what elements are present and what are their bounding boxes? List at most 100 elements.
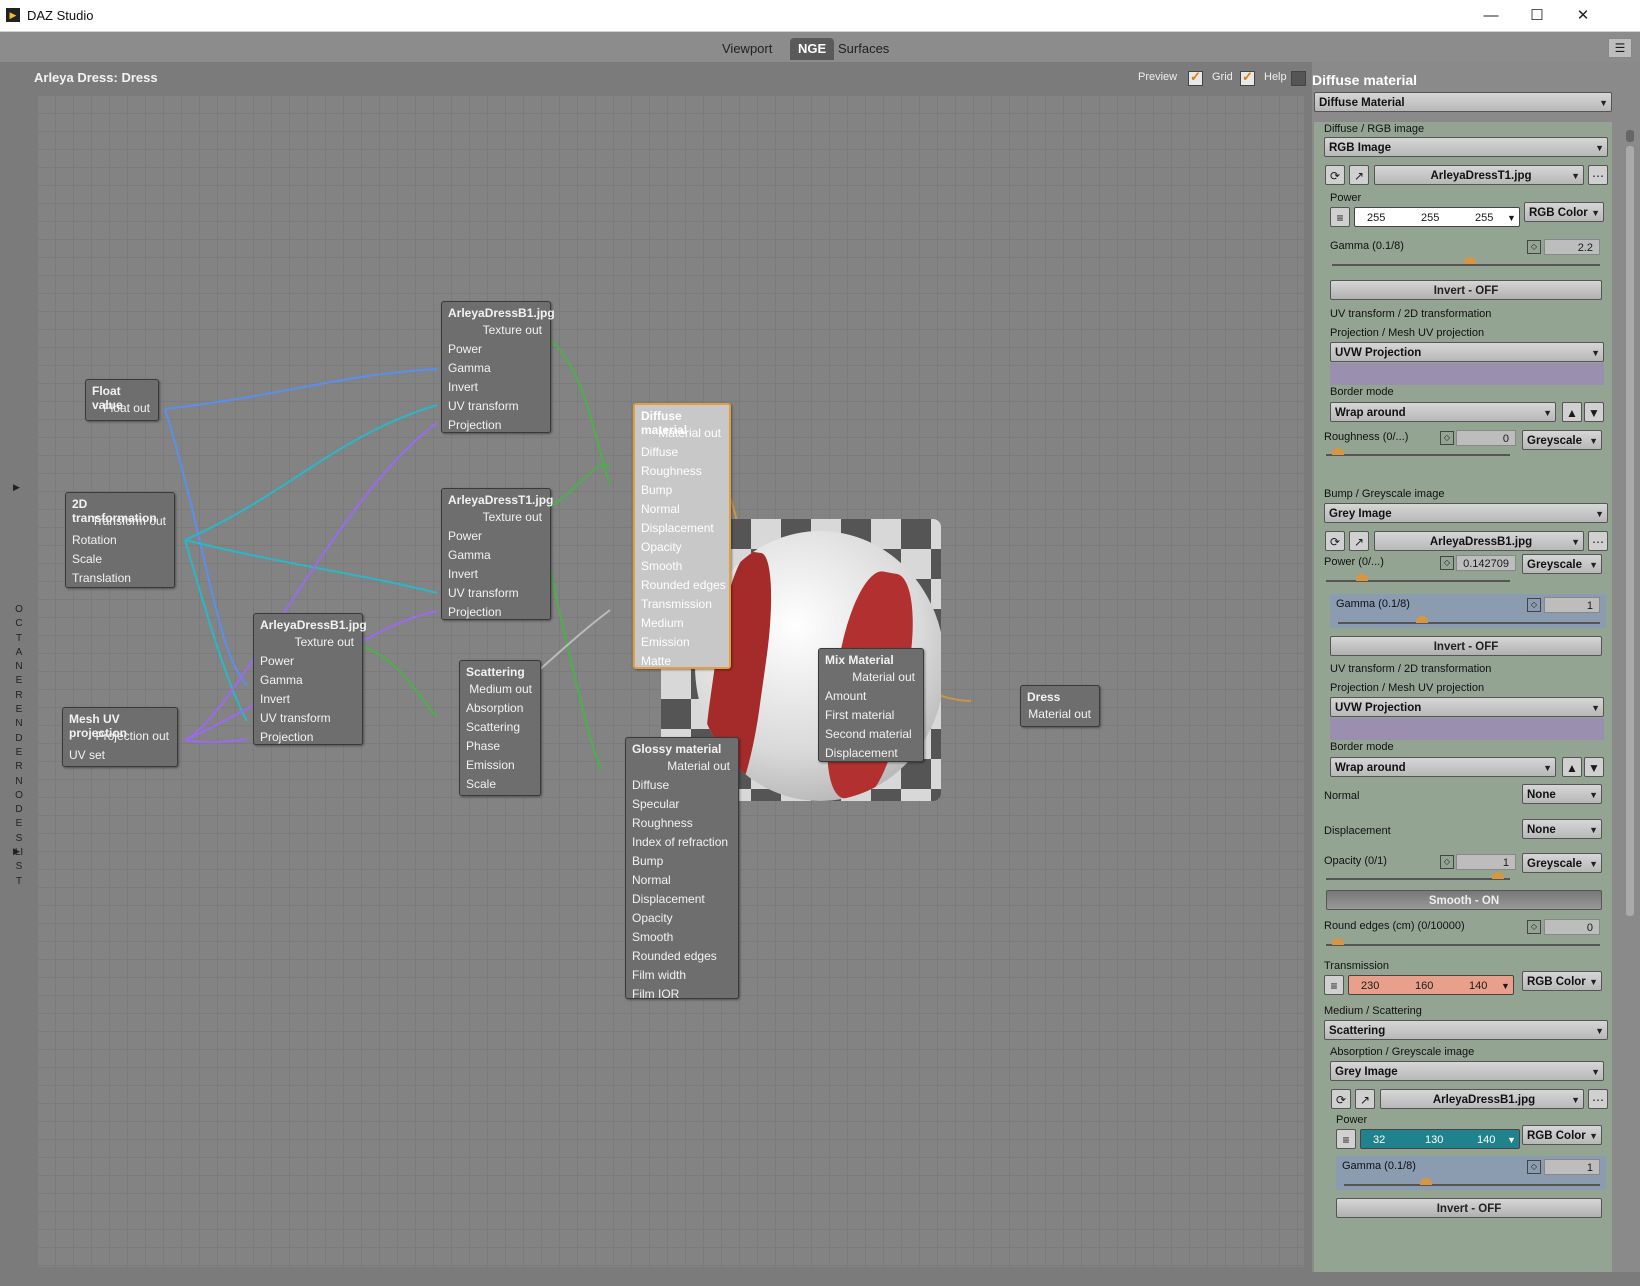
panel-menu-icon[interactable]: ☰: [1608, 38, 1632, 58]
bump-projection-select[interactable]: UVW Projection ▼: [1330, 697, 1604, 717]
roughness-value[interactable]: 0: [1456, 430, 1516, 446]
slider-knob[interactable]: [1332, 448, 1344, 455]
slider-knob[interactable]: [1416, 616, 1428, 623]
node-scattering[interactable]: Scattering Medium out Absorption Scatter…: [459, 660, 541, 796]
node-input: Matte: [641, 654, 672, 668]
close-button[interactable]: ✕: [1560, 0, 1606, 31]
arrow-up-icon[interactable]: ▲: [1562, 402, 1582, 422]
list-icon[interactable]: ≡: [1336, 1129, 1356, 1149]
bump-power-slider[interactable]: [1326, 580, 1510, 582]
node-mesh-uv-projection[interactable]: Mesh UV projection Projection out UV set: [62, 707, 178, 767]
arrow-up-icon[interactable]: ▲: [1562, 757, 1582, 777]
minimize-button[interactable]: —: [1468, 0, 1514, 31]
keyframe-icon[interactable]: ◇: [1440, 556, 1454, 570]
bump-power-mode-select[interactable]: Greyscale ▼: [1522, 554, 1602, 574]
refresh-icon[interactable]: ⟳: [1325, 165, 1345, 185]
diffuse-power-color[interactable]: 255 255 255 ▼: [1354, 207, 1520, 227]
expand-arrow-icon[interactable]: ▶: [13, 482, 20, 493]
node-texture-b1-bottom[interactable]: ArleyaDressB1.jpg Texture out Power Gamm…: [253, 613, 367, 745]
panel-scrollbar[interactable]: [1626, 146, 1634, 916]
node-texture-b1-top[interactable]: ArleyaDressB1.jpg Texture out Power Gamm…: [441, 301, 555, 433]
absorption-invert-toggle[interactable]: Invert - OFF: [1336, 1198, 1602, 1218]
projection-select[interactable]: UVW Projection ▼: [1330, 342, 1604, 362]
node-mix-material[interactable]: Mix Material Material out Amount First m…: [818, 648, 924, 762]
keyframe-icon[interactable]: ◇: [1527, 920, 1541, 934]
more-icon[interactable]: ⋯: [1588, 165, 1608, 185]
smooth-toggle[interactable]: Smooth - ON: [1326, 890, 1602, 910]
slider-knob[interactable]: [1492, 872, 1504, 879]
node-texture-t1[interactable]: ArleyaDressT1.jpg Texture out Power Gamm…: [441, 488, 553, 620]
node-2d-transformation[interactable]: 2D transformation Transform out Rotation…: [65, 492, 175, 588]
tab-viewport[interactable]: Viewport: [714, 38, 780, 60]
material-type-select[interactable]: Diffuse Material ▼: [1314, 92, 1612, 112]
diffuse-type-select[interactable]: RGB Image ▼: [1324, 137, 1608, 157]
expand-arrow-icon[interactable]: ▶: [13, 846, 20, 857]
slider-knob[interactable]: [1332, 938, 1344, 945]
slider-knob[interactable]: [1420, 1178, 1432, 1185]
keyframe-icon[interactable]: ◇: [1440, 855, 1454, 869]
transmission-color[interactable]: 230 160 140 ▼: [1348, 975, 1514, 995]
tab-surfaces[interactable]: Surfaces: [830, 38, 897, 60]
arrow-down-icon[interactable]: ▼: [1584, 402, 1604, 422]
edit-icon[interactable]: ↗: [1355, 1089, 1375, 1109]
transmission-mode-select[interactable]: RGB Color ▼: [1522, 971, 1602, 991]
bump-power-label: Power (0/...): [1324, 556, 1384, 568]
medium-select[interactable]: Scattering ▼: [1324, 1020, 1608, 1040]
absorption-file-select[interactable]: ArleyaDressB1.jpg ▼: [1380, 1089, 1584, 1109]
more-icon[interactable]: ⋯: [1588, 1089, 1608, 1109]
roughness-slider[interactable]: [1326, 454, 1510, 456]
gamma-slider[interactable]: [1332, 264, 1600, 266]
absorption-gamma-slider[interactable]: [1344, 1184, 1600, 1186]
power-mode-select[interactable]: RGB Color ▼: [1524, 202, 1604, 222]
border-mode-select[interactable]: Wrap around ▼: [1330, 402, 1556, 422]
opacity-mode-select[interactable]: Greyscale ▼: [1522, 853, 1602, 873]
opacity-slider[interactable]: [1326, 878, 1510, 880]
round-edges-value[interactable]: 0: [1544, 919, 1600, 935]
node-glossy-material[interactable]: Glossy material Material out Diffuse Spe…: [625, 737, 739, 1001]
bump-file-select[interactable]: ArleyaDressB1.jpg ▼: [1374, 531, 1584, 551]
edit-icon[interactable]: ↗: [1349, 531, 1369, 551]
node-float-value[interactable]: Float value Float out: [85, 379, 159, 421]
keyframe-icon[interactable]: ◇: [1527, 598, 1541, 612]
more-icon[interactable]: ⋯: [1588, 531, 1608, 551]
list-icon[interactable]: ≡: [1324, 975, 1344, 995]
grid-checkbox[interactable]: [1240, 69, 1255, 86]
absorption-power-color[interactable]: 32 130 140 ▼: [1360, 1129, 1520, 1149]
tab-nge[interactable]: NGE: [790, 38, 835, 60]
diffuse-file-select[interactable]: ArleyaDressT1.jpg ▼: [1374, 165, 1584, 185]
bump-gamma-slider[interactable]: [1338, 622, 1600, 624]
gamma-value[interactable]: 2.2: [1544, 239, 1600, 255]
keyframe-icon[interactable]: ◇: [1440, 431, 1454, 445]
refresh-icon[interactable]: ⟳: [1331, 1089, 1351, 1109]
roughness-mode-select[interactable]: Greyscale ▼: [1522, 430, 1602, 450]
maximize-button[interactable]: ☐: [1514, 0, 1560, 31]
invert-toggle[interactable]: Invert - OFF: [1330, 280, 1602, 300]
list-icon[interactable]: ≡: [1330, 207, 1350, 227]
arrow-down-icon[interactable]: ▼: [1584, 757, 1604, 777]
edit-icon[interactable]: ↗: [1349, 165, 1369, 185]
bump-type-select[interactable]: Grey Image ▼: [1324, 503, 1608, 523]
round-edges-slider[interactable]: [1326, 944, 1600, 946]
bump-border-select[interactable]: Wrap around ▼: [1330, 757, 1556, 777]
bump-invert-toggle[interactable]: Invert - OFF: [1330, 636, 1602, 656]
normal-select[interactable]: None ▼: [1522, 784, 1602, 804]
keyframe-icon[interactable]: ◇: [1527, 240, 1541, 254]
help-checkbox[interactable]: [1291, 71, 1306, 86]
absorption-gamma-value[interactable]: 1: [1544, 1159, 1600, 1175]
absorption-type-select[interactable]: Grey Image ▼: [1330, 1061, 1604, 1081]
node-dress-output[interactable]: Dress Material out: [1020, 685, 1100, 727]
bump-power-value[interactable]: 0.142709: [1456, 555, 1516, 571]
keyframe-icon[interactable]: ◇: [1527, 1160, 1541, 1174]
node-graph-canvas[interactable]: Float value Float out 2D transformation …: [37, 95, 1304, 1267]
absorption-power-mode-select[interactable]: RGB Color ▼: [1522, 1125, 1602, 1145]
preview-checkbox[interactable]: [1188, 69, 1203, 86]
bump-gamma-value[interactable]: 1: [1544, 597, 1600, 613]
slider-knob[interactable]: [1356, 574, 1368, 581]
nodes-list-sidebar[interactable]: ▶ OCTANE RENDER NODES LIST ▶: [4, 94, 32, 1272]
opacity-value[interactable]: 1: [1456, 854, 1516, 870]
refresh-icon[interactable]: ⟳: [1325, 531, 1345, 551]
displacement-select[interactable]: None ▼: [1522, 819, 1602, 839]
slider-knob[interactable]: [1464, 257, 1476, 264]
node-diffuse-material[interactable]: Diffuse material Material out Diffuse Ro…: [633, 403, 731, 669]
scroll-up-arrow[interactable]: [1626, 130, 1634, 142]
